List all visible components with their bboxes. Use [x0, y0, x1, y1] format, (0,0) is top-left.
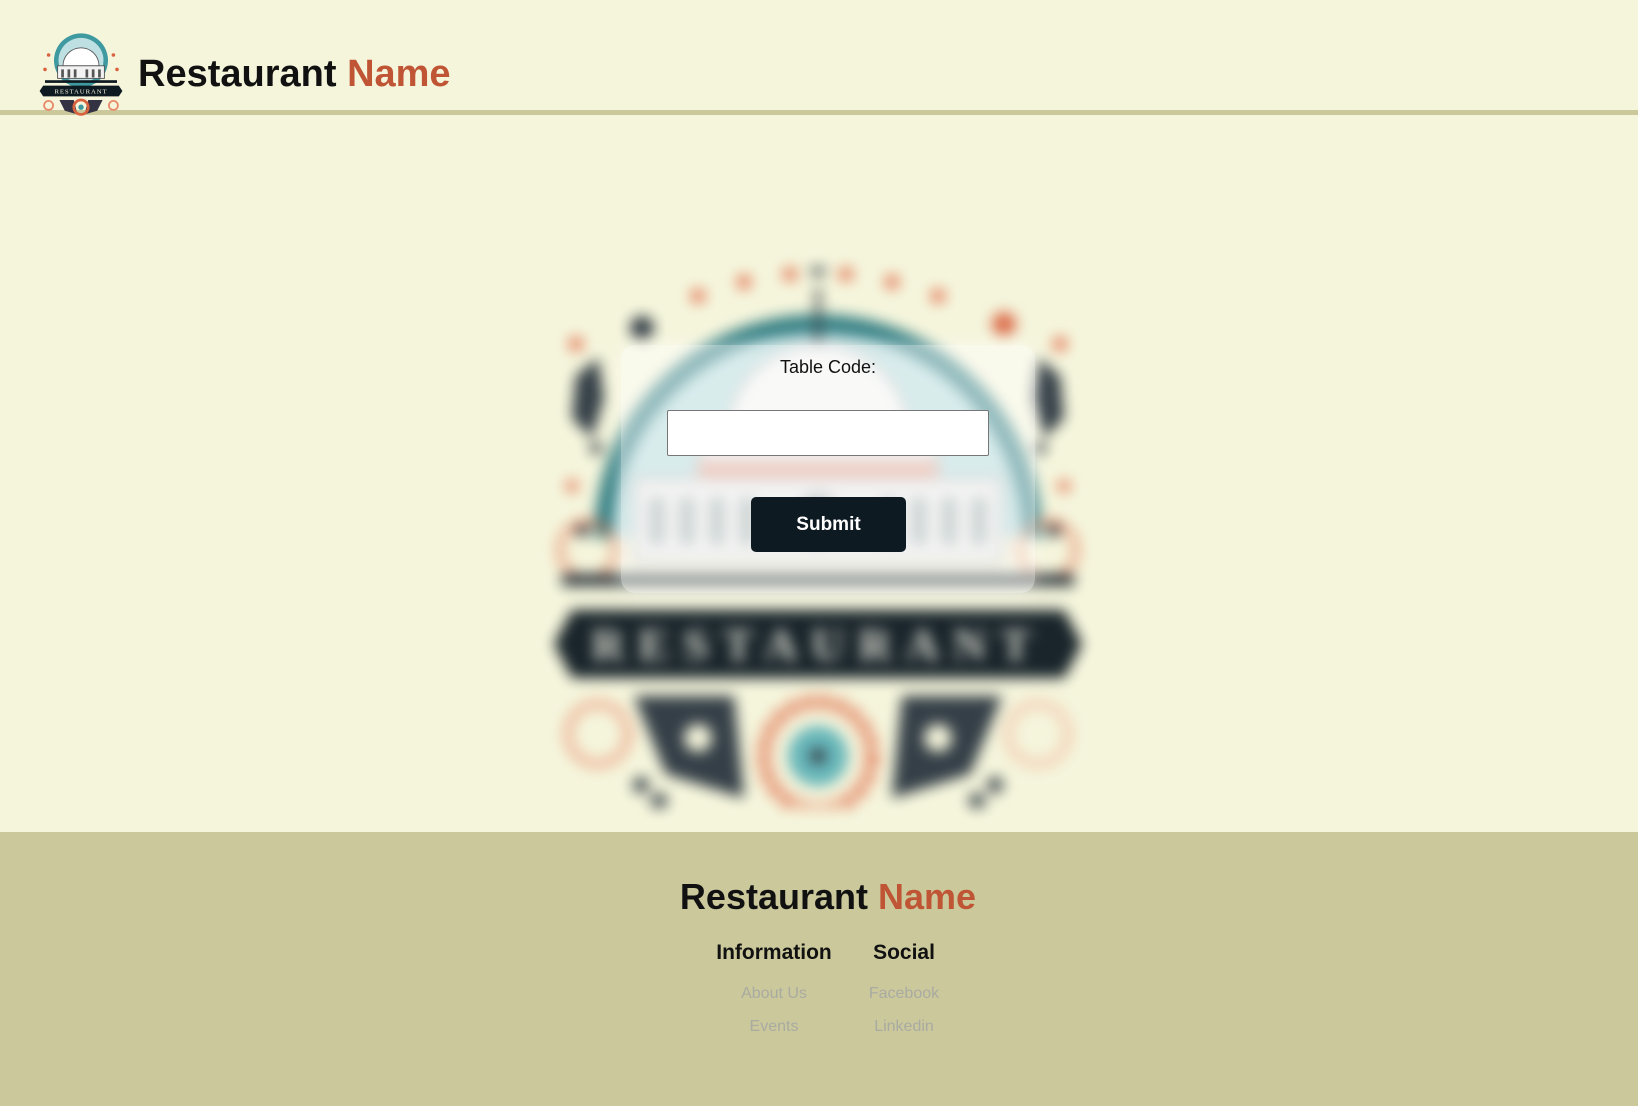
- svg-text:RESTAURANT: RESTAURANT: [591, 619, 1045, 670]
- events-link[interactable]: Events: [704, 1017, 844, 1037]
- submit-button[interactable]: Submit: [751, 497, 906, 552]
- footer-heading-social: Social: [873, 941, 935, 964]
- restaurant-logo-icon[interactable]: RESTAURANT: [36, 26, 126, 120]
- about-us-link[interactable]: About Us: [704, 984, 844, 1004]
- site-title: Restaurant Name: [138, 52, 451, 96]
- main-content: RESTAURANT Table Code: Submit: [0, 120, 1638, 832]
- facebook-link[interactable]: Facebook: [844, 984, 964, 1004]
- table-code-form: Table Code: Submit: [621, 345, 1035, 593]
- site-header: RESTAURANT Restaurant Name: [0, 0, 1638, 116]
- footer-column-social: Social Facebook Linkedin: [844, 940, 964, 1050]
- linkedin-link[interactable]: Linkedin: [844, 1017, 964, 1037]
- footer-title: Restaurant Name: [0, 876, 1638, 918]
- footer-column-information: Information About Us Events: [704, 940, 844, 1050]
- footer-heading-information: Information: [716, 941, 832, 964]
- site-title-main: Restaurant: [138, 53, 337, 95]
- footer-title-accent: Name: [878, 876, 977, 917]
- svg-text:RESTAURANT: RESTAURANT: [54, 89, 107, 96]
- site-footer: Restaurant Name Information About Us Eve…: [0, 832, 1638, 1106]
- site-title-accent: Name: [347, 53, 451, 95]
- table-code-label: Table Code:: [779, 357, 877, 377]
- table-code-input[interactable]: [667, 410, 989, 456]
- footer-title-main: Restaurant: [679, 876, 868, 917]
